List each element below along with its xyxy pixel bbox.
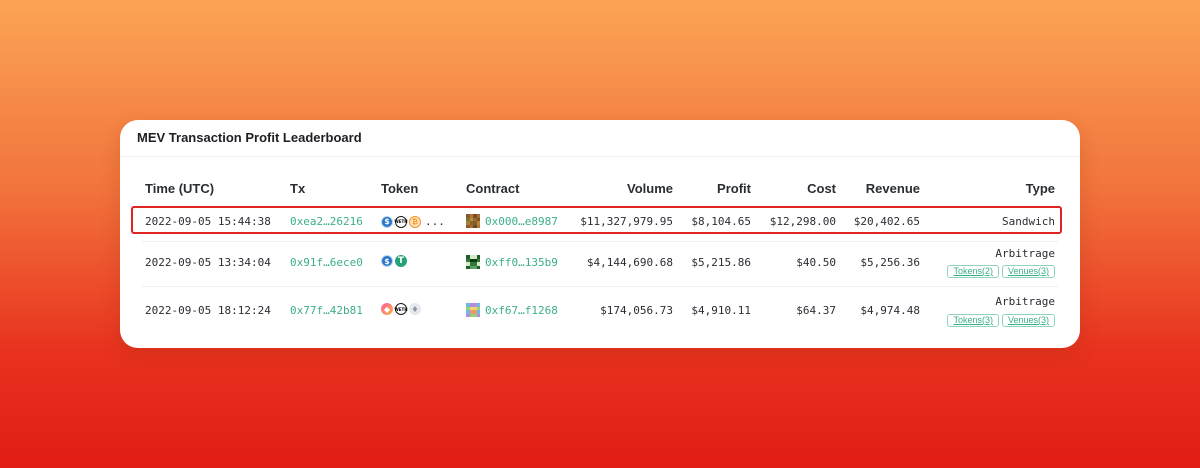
tx-hash-link[interactable]: 0xea2…26216 xyxy=(290,215,363,228)
tokens-tag[interactable]: Tokens(3) xyxy=(947,314,999,327)
venues-tag[interactable]: Venues(3) xyxy=(1001,314,1055,327)
cell-volume: $4,144,690.68 xyxy=(586,256,673,269)
cell-time: 2022-09-05 18:12:24 xyxy=(145,304,271,317)
cell-time: 2022-09-05 13:34:04 xyxy=(145,256,271,269)
cell-revenue: $5,256.36 xyxy=(860,256,920,269)
token-list: ◆ WETH ♦ xyxy=(381,303,421,315)
title-divider xyxy=(120,156,1080,157)
tx-hash-link[interactable]: 0x77f…42b81 xyxy=(290,304,363,317)
card-title: MEV Transaction Profit Leaderboard xyxy=(137,130,362,145)
weth-icon[interactable]: WETH xyxy=(394,303,408,315)
cell-revenue: $4,974.48 xyxy=(860,304,920,317)
tx-hash-link[interactable]: 0x91f…6ece0 xyxy=(290,256,363,269)
type-tags: Tokens(3) Venues(3) xyxy=(947,314,1055,327)
multicolor-token-icon[interactable]: ◆ xyxy=(381,303,393,315)
btc-icon[interactable]: ₿ xyxy=(409,215,421,228)
column-header-token[interactable]: Token xyxy=(381,181,418,196)
row-divider xyxy=(142,286,1058,287)
usdc-icon[interactable]: $ xyxy=(381,215,393,228)
column-header-volume[interactable]: Volume xyxy=(573,181,673,196)
token-list: $ T xyxy=(381,255,407,267)
column-header-contract[interactable]: Contract xyxy=(466,181,519,196)
column-header-revenue[interactable]: Revenue xyxy=(840,181,920,196)
token-list: $ WETH ₿ ... xyxy=(381,215,445,228)
column-header-profit[interactable]: Profit xyxy=(671,181,751,196)
contract-avatar-icon xyxy=(466,303,480,317)
eth-icon[interactable]: ♦ xyxy=(409,303,421,315)
row-divider xyxy=(142,241,1058,242)
cell-time: 2022-09-05 15:44:38 xyxy=(145,215,271,228)
weth-icon[interactable]: WETH xyxy=(394,215,408,228)
cell-volume: $174,056.73 xyxy=(600,304,673,317)
column-header-cost[interactable]: Cost xyxy=(756,181,836,196)
tokens-tag[interactable]: Tokens(2) xyxy=(947,265,999,278)
leaderboard-card: MEV Transaction Profit Leaderboard Time … xyxy=(120,120,1080,348)
column-header-time[interactable]: Time (UTC) xyxy=(145,181,214,196)
contract-avatar-icon xyxy=(466,255,480,269)
usdt-icon[interactable]: T xyxy=(395,255,407,267)
column-header-tx[interactable]: Tx xyxy=(290,181,305,196)
usdc-icon[interactable]: $ xyxy=(381,255,393,267)
type-tags: Tokens(2) Venues(3) xyxy=(947,265,1055,278)
contract-avatar-icon xyxy=(466,214,480,228)
column-header-type[interactable]: Type xyxy=(975,181,1055,196)
cell-type: Arbitrage xyxy=(995,247,1055,260)
more-tokens-ellipsis[interactable]: ... xyxy=(425,215,445,228)
venues-tag[interactable]: Venues(3) xyxy=(1001,265,1055,278)
cell-type: Sandwich xyxy=(1002,215,1055,228)
cell-volume: $11,327,979.95 xyxy=(580,215,673,228)
cell-type: Arbitrage xyxy=(995,295,1055,308)
cell-revenue: $20,402.65 xyxy=(853,215,920,228)
